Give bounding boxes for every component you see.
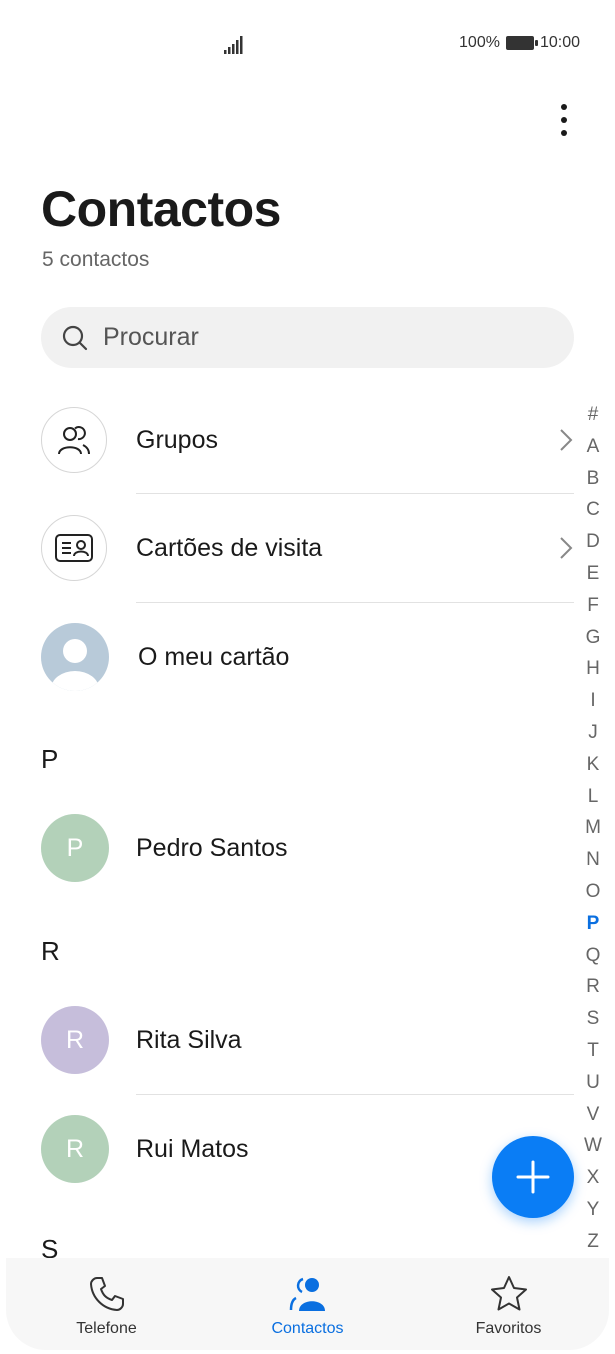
status-bar: 100% 10:00 [0, 0, 615, 90]
business-card-icon [41, 515, 107, 581]
signal-icon [224, 36, 243, 54]
tab-favoritos[interactable]: Favoritos [419, 1258, 599, 1350]
chevron-right-icon [560, 537, 573, 559]
index-letter[interactable]: X [587, 1162, 600, 1194]
divider [136, 493, 574, 494]
index-letter[interactable]: L [588, 781, 599, 813]
search-input[interactable] [101, 322, 525, 353]
index-letter[interactable]: # [588, 399, 599, 431]
avatar: R [41, 1006, 109, 1074]
section-header-r: R [41, 936, 60, 966]
more-dot-icon [561, 117, 567, 123]
index-letter[interactable]: E [587, 558, 600, 590]
search-icon [62, 325, 88, 350]
divider [136, 1094, 574, 1095]
index-letter[interactable]: O [586, 876, 601, 908]
index-letter[interactable]: V [587, 1099, 600, 1131]
more-options-button[interactable] [550, 100, 578, 140]
groups-icon [41, 407, 107, 473]
more-dot-icon [561, 130, 567, 136]
contact-row[interactable]: P Pedro Santos [41, 814, 574, 882]
business-cards-row[interactable]: Cartões de visita [41, 514, 574, 582]
groups-row[interactable]: Grupos [41, 406, 574, 474]
plus-icon [516, 1160, 550, 1194]
phone-icon [89, 1277, 124, 1311]
more-dot-icon [561, 104, 567, 110]
index-letter[interactable]: G [586, 622, 601, 654]
profile-avatar-icon [41, 623, 109, 691]
contact-row[interactable]: R Rita Silva [41, 1006, 574, 1074]
index-letter[interactable]: A [587, 431, 600, 463]
index-letter[interactable]: U [586, 1067, 600, 1099]
divider [136, 602, 574, 603]
index-letter[interactable]: Y [587, 1194, 600, 1226]
avatar: P [41, 814, 109, 882]
chevron-right-icon [560, 429, 573, 451]
index-letter[interactable]: W [584, 1130, 602, 1162]
index-letter[interactable]: H [586, 653, 600, 685]
my-card-label: O meu cartão [138, 642, 290, 671]
index-letter[interactable]: B [587, 463, 600, 495]
section-header-p: P [41, 744, 59, 774]
contacts-icon [289, 1277, 325, 1311]
tab-label: Contactos [271, 1320, 344, 1337]
clock: 10:00 [539, 34, 580, 51]
index-letter[interactable]: R [586, 971, 600, 1003]
index-letter[interactable]: D [586, 526, 600, 558]
add-contact-button[interactable] [492, 1136, 574, 1218]
index-letter[interactable]: K [587, 749, 600, 781]
business-cards-label: Cartões de visita [136, 533, 323, 562]
bottom-navigation: Telefone Contactos Favoritos [6, 1258, 609, 1350]
index-letter[interactable]: F [587, 590, 599, 622]
groups-label: Grupos [136, 425, 218, 454]
index-letter[interactable]: J [588, 717, 598, 749]
contact-name: Pedro Santos [136, 833, 288, 862]
tab-label: Telefone [76, 1320, 137, 1337]
index-letter[interactable]: Z [587, 1226, 599, 1258]
search-bar[interactable] [41, 307, 574, 368]
alphabet-index[interactable]: # A B C D E F G H I J K L M N O P Q R S T U V W X Y Z [580, 399, 606, 1258]
contact-count: 5 contactos [42, 248, 150, 271]
contact-name: Rita Silva [136, 1025, 242, 1054]
battery-percent: 100% [459, 34, 500, 51]
index-letter[interactable]: N [586, 844, 600, 876]
index-letter[interactable]: M [585, 812, 601, 844]
index-letter[interactable]: P [587, 908, 600, 940]
tab-label: Favoritos [475, 1320, 542, 1337]
star-icon [490, 1276, 527, 1311]
avatar: R [41, 1115, 109, 1183]
index-letter[interactable]: Q [586, 940, 601, 972]
index-letter[interactable]: C [586, 494, 600, 526]
tab-telefone[interactable]: Telefone [17, 1258, 197, 1350]
index-letter[interactable]: T [587, 1035, 599, 1067]
tab-contactos[interactable]: Contactos [218, 1258, 398, 1350]
my-card-row[interactable]: O meu cartão [41, 623, 574, 691]
page-title: Contactos [41, 181, 281, 237]
index-letter[interactable]: I [590, 685, 595, 717]
index-letter[interactable]: S [587, 1003, 600, 1035]
battery-icon [505, 36, 538, 50]
